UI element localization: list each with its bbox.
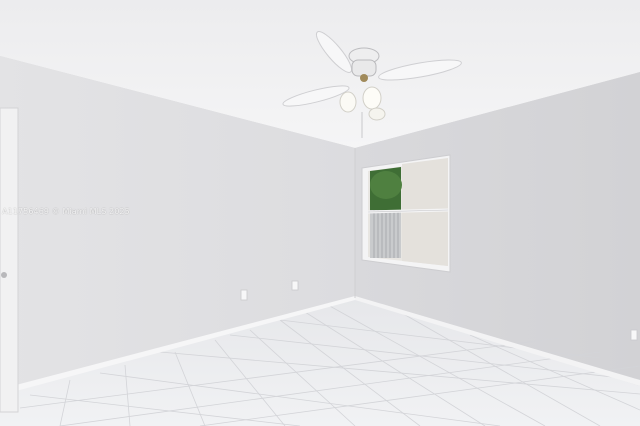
fan-light [362,86,382,110]
wall-outlet [240,289,248,301]
door-frame [0,107,19,413]
fan-motor [351,59,377,77]
mls-watermark: A11756469 © Miami MLS 2025 [2,207,130,216]
wall-outlet [291,280,299,291]
fan-light [368,107,386,121]
window [361,154,451,273]
door-knob [1,272,7,278]
fan-light [339,91,357,113]
wall-outlet [630,329,638,341]
